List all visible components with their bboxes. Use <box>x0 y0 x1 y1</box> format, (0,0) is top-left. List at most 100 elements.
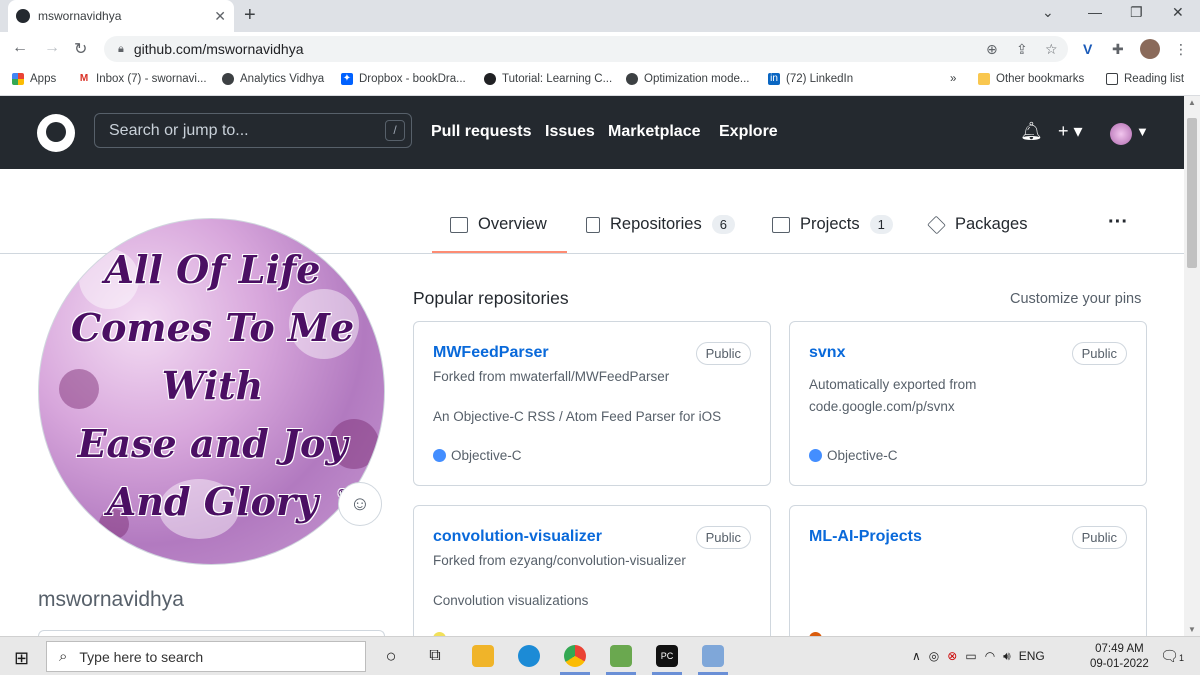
network-error-icon[interactable]: ⊗ <box>947 649 957 664</box>
profile-avatar-icon[interactable] <box>1140 39 1160 59</box>
pycharm-icon[interactable]: PC <box>652 645 682 675</box>
extension-v-icon[interactable]: V <box>1083 41 1092 57</box>
fork-source-text: Forked from ezyang/convolution-visualize… <box>433 553 686 568</box>
avatar-quote-line: Comes To Me <box>70 305 355 350</box>
minimize-button[interactable]: — <box>1088 4 1102 20</box>
tab-repositories[interactable]: Repositories 6 <box>586 215 735 234</box>
repo-card: svnx Public Automatically exported from … <box>789 321 1147 486</box>
notifications-bell-icon[interactable]: 🔔︎ <box>1020 121 1043 142</box>
other-bookmarks-folder[interactable]: Other bookmarks <box>978 73 1084 85</box>
wifi-icon[interactable]: ◠ <box>985 649 995 664</box>
repo-name-link[interactable]: svnx <box>809 344 845 362</box>
tab-overview[interactable]: Overview <box>450 215 547 234</box>
create-new-dropdown-icon[interactable]: + ▾ <box>1058 121 1083 142</box>
browser-tab[interactable]: mswornavidhya ✕ <box>8 0 234 32</box>
nav-pull-requests[interactable]: Pull requests <box>431 123 531 141</box>
system-tray: ∧ ◎ ⊗ ▭ ◠ 🔊︎ ENG <box>912 649 1045 664</box>
search-shortcut-key: / <box>385 120 405 141</box>
file-explorer-icon[interactable] <box>472 645 494 667</box>
tab-packages[interactable]: Packages <box>927 215 1027 234</box>
bookmark-linkedin[interactable]: in (72) LinkedIn <box>768 73 853 85</box>
customize-pins-link[interactable]: Customize your pins <box>1010 291 1141 307</box>
bookmark-star-icon[interactable]: ☆ <box>1045 41 1058 58</box>
gmail-icon: M <box>78 73 90 85</box>
scroll-thumb[interactable] <box>1187 118 1197 268</box>
restore-button[interactable]: ❐ <box>1130 4 1143 21</box>
chrome-menu-icon[interactable]: ⋮ <box>1174 41 1188 58</box>
nav-marketplace[interactable]: Marketplace <box>608 123 701 141</box>
visibility-badge: Public <box>695 526 751 549</box>
task-view-icon[interactable]: ⧉ <box>424 645 446 667</box>
taskbar-search-placeholder: Type here to search <box>79 648 204 665</box>
language-color-dot <box>809 449 822 462</box>
notification-center-icon[interactable]: 🗨︎1 <box>1160 647 1184 665</box>
tutorial-icon <box>484 73 496 85</box>
repo-name-link[interactable]: convolution-visualizer <box>433 528 602 546</box>
share-icon[interactable]: ⇪ <box>1016 41 1028 58</box>
tab-projects[interactable]: Projects 1 <box>772 215 893 234</box>
close-tab-icon[interactable]: ✕ <box>214 8 226 25</box>
github-favicon-icon <box>16 9 30 23</box>
nav-issues[interactable]: Issues <box>545 123 595 141</box>
extensions-puzzle-icon[interactable]: ✚ <box>1112 41 1124 58</box>
volume-icon[interactable]: 🔊︎ <box>1003 649 1011 664</box>
windows-start-icon[interactable]: ⊞ <box>14 648 29 669</box>
scroll-up-icon[interactable]: ▲ <box>1188 98 1196 107</box>
bookmark-analytics-vidhya[interactable]: Analytics Vidhya <box>222 73 324 85</box>
repo-language: Objective-C <box>809 448 898 463</box>
reading-list-icon <box>1106 73 1118 85</box>
repo-description: An Objective-C RSS / Atom Feed Parser fo… <box>433 409 722 424</box>
zoom-icon[interactable]: ⊕ <box>986 41 998 58</box>
bookmarks-bar: Apps M Inbox (7) - swornavi... Analytics … <box>0 66 1200 96</box>
taskbar-search-input[interactable]: ⌕ Type here to search <box>46 641 366 672</box>
clock-date: 09-01-2022 <box>1090 658 1149 670</box>
new-tab-button[interactable]: + <box>244 4 256 27</box>
repo-name-link[interactable]: MWFeedParser <box>433 344 549 362</box>
search-placeholder: Search or jump to... <box>109 121 249 139</box>
cortana-circle-icon[interactable]: ○ <box>380 645 402 667</box>
bookmark-gmail[interactable]: M Inbox (7) - swornavi... <box>78 73 207 85</box>
address-bar-row: ← → ↻ 🔒︎ github.com/mswornavidhya ⊕ ⇪ ☆ … <box>0 32 1200 66</box>
scroll-down-icon[interactable]: ▼ <box>1188 625 1196 634</box>
url-input[interactable]: 🔒︎ github.com/mswornavidhya <box>104 36 1068 62</box>
url-text: github.com/mswornavidhya <box>133 41 304 57</box>
more-options-icon[interactable]: ··· <box>1108 211 1128 234</box>
bookmark-dropbox[interactable]: ✦ Dropbox - bookDra... <box>341 73 466 85</box>
chrome-taskbar-icon[interactable] <box>560 645 590 675</box>
notepad-app-icon[interactable] <box>606 645 636 675</box>
close-window-button[interactable]: ✕ <box>1172 4 1184 21</box>
battery-icon[interactable]: ▭ <box>965 649 976 664</box>
chevron-down-icon[interactable]: ▼ <box>1136 124 1149 139</box>
back-icon[interactable]: ← <box>12 39 28 57</box>
edge-browser-icon[interactable] <box>518 645 540 667</box>
page-scrollbar[interactable]: ▲ ▼ <box>1184 96 1200 636</box>
folder-icon <box>978 73 990 85</box>
repo-icon <box>586 216 600 233</box>
globe-icon <box>222 73 234 85</box>
nav-explore[interactable]: Explore <box>719 123 778 141</box>
bookmarks-overflow-button[interactable]: » <box>950 73 956 85</box>
paint-app-icon[interactable] <box>698 645 728 675</box>
language-color-dot <box>433 449 446 462</box>
repo-name-link[interactable]: ML-AI-Projects <box>809 528 922 546</box>
bookmark-optimization[interactable]: Optimization mode... <box>626 73 749 85</box>
repo-description: Automatically exported from code.google.… <box>809 377 977 414</box>
tray-chevron-up-icon[interactable]: ∧ <box>912 649 921 664</box>
tab-title: mswornavidhya <box>38 9 122 23</box>
forward-icon[interactable]: → <box>44 39 60 57</box>
globe-icon <box>626 73 638 85</box>
meet-now-icon[interactable]: ◎ <box>929 649 939 664</box>
github-search-input[interactable]: Search or jump to... / <box>94 113 412 148</box>
input-language[interactable]: ENG <box>1019 649 1045 664</box>
bookmark-tutorial[interactable]: Tutorial: Learning C... <box>484 73 612 85</box>
github-logo-icon[interactable] <box>37 114 75 152</box>
reading-list-button[interactable]: Reading list <box>1106 73 1184 85</box>
browser-tab-bar: mswornavidhya ✕ + ⌄ — ❐ ✕ <box>0 0 1200 32</box>
reload-icon[interactable]: ↻ <box>74 39 87 59</box>
repo-card: MWFeedParser Public Forked from mwaterfa… <box>413 321 771 486</box>
bookmark-apps[interactable]: Apps <box>12 73 56 85</box>
user-avatar-menu[interactable] <box>1110 123 1132 145</box>
set-status-smiley-icon[interactable]: ☺ <box>338 482 382 526</box>
taskbar-clock[interactable]: 07:49 AM 09-01-2022 <box>1090 642 1149 672</box>
tab-search-icon[interactable]: ⌄ <box>1042 4 1054 21</box>
